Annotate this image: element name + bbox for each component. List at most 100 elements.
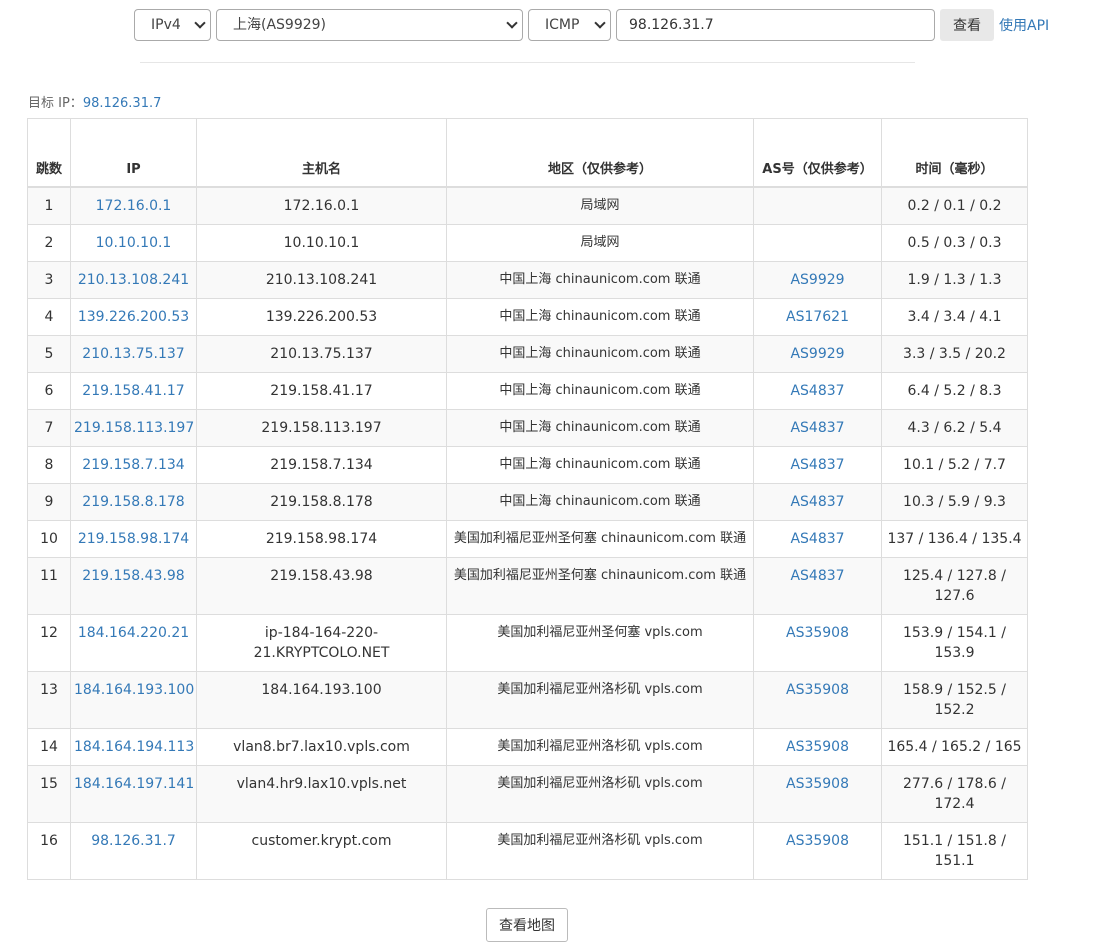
asn-link[interactable]: AS4837 (753, 520, 882, 558)
time-cell: 0.5 / 0.3 / 0.3 (881, 224, 1028, 262)
ip-link[interactable]: 210.13.108.241 (70, 261, 197, 299)
hop-cell: 14 (27, 728, 71, 766)
table-row: 13 184.164.193.100 184.164.193.100 美国加利福尼亚州… (27, 671, 1028, 729)
table-row: 3 210.13.108.241 210.13.108.241 中国上海 chinau… (27, 261, 1028, 299)
ip-link[interactable]: 184.164.220.21 (70, 614, 197, 672)
asn-link[interactable]: AS35908 (753, 614, 882, 672)
table-body: 1 172.16.0.1 172.16.0.1 局域网 0.2 / 0.1 / 0.2 2… (27, 186, 1028, 880)
asn-link[interactable]: AS4837 (753, 483, 882, 521)
target-ip-info: 目标 IP：98.126.31.7 (28, 92, 161, 111)
table-row: 9 219.158.8.178 219.158.8.178 中国上海 chinauni… (27, 483, 1028, 521)
asn-link[interactable]: AS9929 (753, 335, 882, 373)
region-cell: 局域网 (446, 224, 754, 262)
hostname-cell: 219.158.113.197 (196, 409, 447, 447)
protocol-select[interactable]: ICMP (528, 9, 611, 41)
region-cell: 中国上海 chinaunicom.com 联通 (446, 298, 754, 336)
use-api-link[interactable]: 使用API (999, 15, 1049, 35)
ip-link[interactable]: 219.158.43.98 (70, 557, 197, 615)
node-select[interactable]: 上海(AS9929) (216, 9, 523, 41)
hop-cell: 6 (27, 372, 71, 410)
query-button[interactable]: 查看 (940, 9, 994, 41)
target-ip-text: 98.126.31.7 (82, 96, 162, 111)
header-ip: IP (70, 118, 197, 188)
region-cell: 美国加利福尼亚州洛杉矶 vpls.com (446, 728, 754, 766)
hostname-cell: 210.13.108.241 (196, 261, 447, 299)
region-cell: 中国上海 chinaunicom.com 联通 (446, 372, 754, 410)
table-row: 4 139.226.200.53 139.226.200.53 中国上海 chinau… (27, 298, 1028, 336)
asn-link[interactable]: AS35908 (753, 671, 882, 729)
time-cell: 158.9 / 152.5 / 152.2 (881, 671, 1028, 729)
time-cell: 151.1 / 151.8 / 151.1 (881, 822, 1028, 880)
ip-version-select[interactable]: IPv4 (134, 9, 211, 41)
ip-link[interactable]: 219.158.113.197 (70, 409, 197, 447)
table-row: 8 219.158.7.134 219.158.7.134 中国上海 chinauni… (27, 446, 1028, 484)
time-cell: 0.2 / 0.1 / 0.2 (881, 186, 1028, 225)
hop-cell: 10 (27, 520, 71, 558)
region-cell: 美国加利福尼亚州圣何塞 chinaunicom.com 联通 (446, 557, 754, 615)
hop-cell: 16 (27, 822, 71, 880)
ip-link[interactable]: 184.164.194.113 (70, 728, 197, 766)
hop-cell: 7 (27, 409, 71, 447)
header-asn: AS号（仅供参考） (753, 118, 882, 188)
ip-link[interactable]: 219.158.98.174 (70, 520, 197, 558)
time-cell: 1.9 / 1.3 / 1.3 (881, 261, 1028, 299)
hop-cell: 3 (27, 261, 71, 299)
asn-link[interactable]: AS4837 (753, 409, 882, 447)
hostname-cell: 219.158.98.174 (196, 520, 447, 558)
ip-link[interactable]: 219.158.7.134 (70, 446, 197, 484)
hostname-cell: vlan4.hr9.lax10.vpls.net (196, 765, 447, 823)
asn-link[interactable]: AS35908 (753, 765, 882, 823)
ip-link[interactable]: 210.13.75.137 (70, 335, 197, 373)
asn-link[interactable] (753, 224, 882, 262)
hostname-cell: customer.krypt.com (196, 822, 447, 880)
hop-cell: 8 (27, 446, 71, 484)
ip-link[interactable]: 172.16.0.1 (70, 186, 197, 225)
ip-link[interactable]: 10.10.10.1 (70, 224, 197, 262)
table-row: 11 219.158.43.98 219.158.43.98 美国加利福尼亚州圣何塞 … (27, 557, 1028, 615)
hostname-cell: ip-184-164-220-21.KRYPTCOLO.NET (196, 614, 447, 672)
header-region: 地区（仅供参考） (446, 118, 754, 188)
ip-link[interactable]: 219.158.8.178 (70, 483, 197, 521)
target-ip-value: 98.126.31.7 (629, 17, 714, 33)
time-cell: 153.9 / 154.1 / 153.9 (881, 614, 1028, 672)
table-header-row: 跳数 IP 主机名 地区（仅供参考） AS号（仅供参考） 时间（毫秒） (27, 118, 1028, 188)
region-cell: 美国加利福尼亚州圣何塞 vpls.com (446, 614, 754, 672)
table-row: 15 184.164.197.141 vlan4.hr9.lax10.vpls.ne… (27, 765, 1028, 823)
ip-link[interactable]: 219.158.41.17 (70, 372, 197, 410)
time-cell: 10.1 / 5.2 / 7.7 (881, 446, 1028, 484)
hostname-cell: 219.158.41.17 (196, 372, 447, 410)
ip-link[interactable]: 184.164.197.141 (70, 765, 197, 823)
header-hop: 跳数 (27, 118, 71, 188)
hostname-cell: vlan8.br7.lax10.vpls.com (196, 728, 447, 766)
hop-cell: 12 (27, 614, 71, 672)
region-cell: 中国上海 chinaunicom.com 联通 (446, 446, 754, 484)
table-row: 7 219.158.113.197 219.158.113.197 中国上海 chin… (27, 409, 1028, 447)
ip-link[interactable]: 98.126.31.7 (70, 822, 197, 880)
ip-link[interactable]: 139.226.200.53 (70, 298, 197, 336)
target-ip-input[interactable]: 98.126.31.7 (616, 9, 935, 41)
asn-link[interactable]: AS4837 (753, 372, 882, 410)
asn-link[interactable]: AS17621 (753, 298, 882, 336)
hostname-cell: 10.10.10.1 (196, 224, 447, 262)
hop-cell: 1 (27, 186, 71, 225)
view-map-button[interactable]: 查看地图 (486, 908, 568, 942)
hop-cell: 15 (27, 765, 71, 823)
region-cell: 中国上海 chinaunicom.com 联通 (446, 261, 754, 299)
table-row: 10 219.158.98.174 219.158.98.174 美国加利福尼亚州圣何… (27, 520, 1028, 558)
region-cell: 美国加利福尼亚州洛杉矶 vpls.com (446, 765, 754, 823)
hostname-cell: 219.158.43.98 (196, 557, 447, 615)
asn-link[interactable]: AS4837 (753, 557, 882, 615)
table-row: 16 98.126.31.7 customer.krypt.com 美国加利福尼亚州洛… (27, 822, 1028, 880)
asn-link[interactable] (753, 186, 882, 225)
hop-cell: 13 (27, 671, 71, 729)
hostname-cell: 172.16.0.1 (196, 186, 447, 225)
asn-link[interactable]: AS35908 (753, 728, 882, 766)
hop-cell: 9 (27, 483, 71, 521)
time-cell: 3.3 / 3.5 / 20.2 (881, 335, 1028, 373)
hostname-cell: 210.13.75.137 (196, 335, 447, 373)
asn-link[interactable]: AS4837 (753, 446, 882, 484)
asn-link[interactable]: AS35908 (753, 822, 882, 880)
ip-link[interactable]: 184.164.193.100 (70, 671, 197, 729)
asn-link[interactable]: AS9929 (753, 261, 882, 299)
region-cell: 美国加利福尼亚州洛杉矶 vpls.com (446, 671, 754, 729)
